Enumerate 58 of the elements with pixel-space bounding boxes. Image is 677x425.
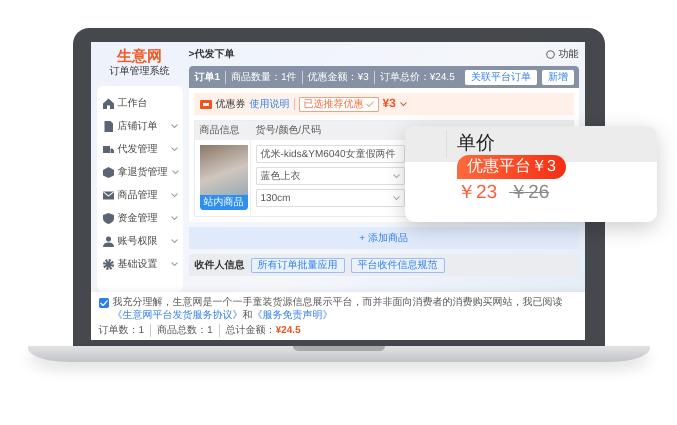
coupon-label: 优惠券 [216,98,246,110]
recipient-button[interactable]: 平台收件信息规范 [350,258,444,272]
order-button[interactable]: 关联平台订单 [464,70,537,84]
app-subtitle: 订单管理系统 [110,65,170,78]
breadcrumb-text: >代发下单 [188,48,234,61]
person-icon [102,236,114,247]
envelope-icon [102,190,114,201]
original-price: ￥26 [509,181,550,205]
summary-label: 总计金额： [226,324,276,337]
cube-icon [102,167,114,178]
check-icon [366,101,374,107]
shield-icon [102,213,114,224]
sidebar-item[interactable]: 店铺订单 [96,115,182,138]
caret-icon [392,174,400,178]
agreement-text: 我充分理解，生意网是一个一手童装货源信息展示平台，而并非面向消费者的消费购买网站，我已阅读 《生意网平台发货服务协议》和《服务免责声明》 [112,296,564,322]
recipient-button[interactable]: 所有订单批量应用 [250,258,344,272]
sidebar-item[interactable]: 基础设置 [96,253,182,276]
circle-icon [546,50,554,59]
column-header: 商品信息 [194,121,250,140]
sidebar-item[interactable]: 拿退货管理 [96,161,182,184]
sidebar-item[interactable]: 资金管理 [96,207,182,230]
logo-text: 生意网 [117,48,162,65]
sidebar-item[interactable]: 代发管理 [96,138,182,161]
agreement-link[interactable]: 《生意网平台发货服务协议》 [112,310,242,321]
agreement-link[interactable]: 《服务免责声明》 [252,310,332,321]
order-stat: 商品数量：1件 [225,70,297,84]
column-header: 单价 [456,132,495,156]
checkbox[interactable] [98,298,108,308]
caret-icon [400,102,407,106]
summary-label: 商品总数： [157,324,208,337]
help-link[interactable]: 使用说明 [250,98,290,110]
sidebar-item[interactable]: 工作台 [96,92,182,115]
price-text: ￥23 [457,181,498,205]
order-stat: 订单总价：¥24.5 [374,70,455,84]
order-title: 订单1 [194,70,220,84]
sidebar-item[interactable]: 商品管理 [96,184,182,207]
sidebar-item[interactable]: 账号权限 [96,230,182,253]
caret-icon [392,196,400,200]
summary-value: 1 [138,324,144,337]
dropdown-field[interactable]: 蓝色上衣 [256,167,404,185]
product-field[interactable]: 优米-kids&YM6040女童假两件 [256,145,404,163]
summary-value: 1 [207,324,213,337]
photo-placeholder [200,145,248,195]
coupon-amount: ¥3 [382,96,396,112]
dropdown-field[interactable]: 130cm [256,189,404,207]
order-button[interactable]: 新增 [542,70,574,84]
column-header: 货号/颜色/尺码 [250,121,410,140]
top-link[interactable]: 功能 [558,48,578,61]
ticket-icon [200,100,212,108]
document-icon [102,121,114,132]
truck-icon [102,144,114,155]
gear-icon [102,259,114,270]
house-icon [102,98,114,109]
recipient-label: 收件人信息 [194,258,244,272]
summary-label: 订单数： [98,324,138,337]
order-stat: 优惠金额：¥3 [302,70,369,84]
discount-tag: 优惠平台￥3 [457,155,566,179]
summary-value: ¥24.5 [276,324,301,337]
